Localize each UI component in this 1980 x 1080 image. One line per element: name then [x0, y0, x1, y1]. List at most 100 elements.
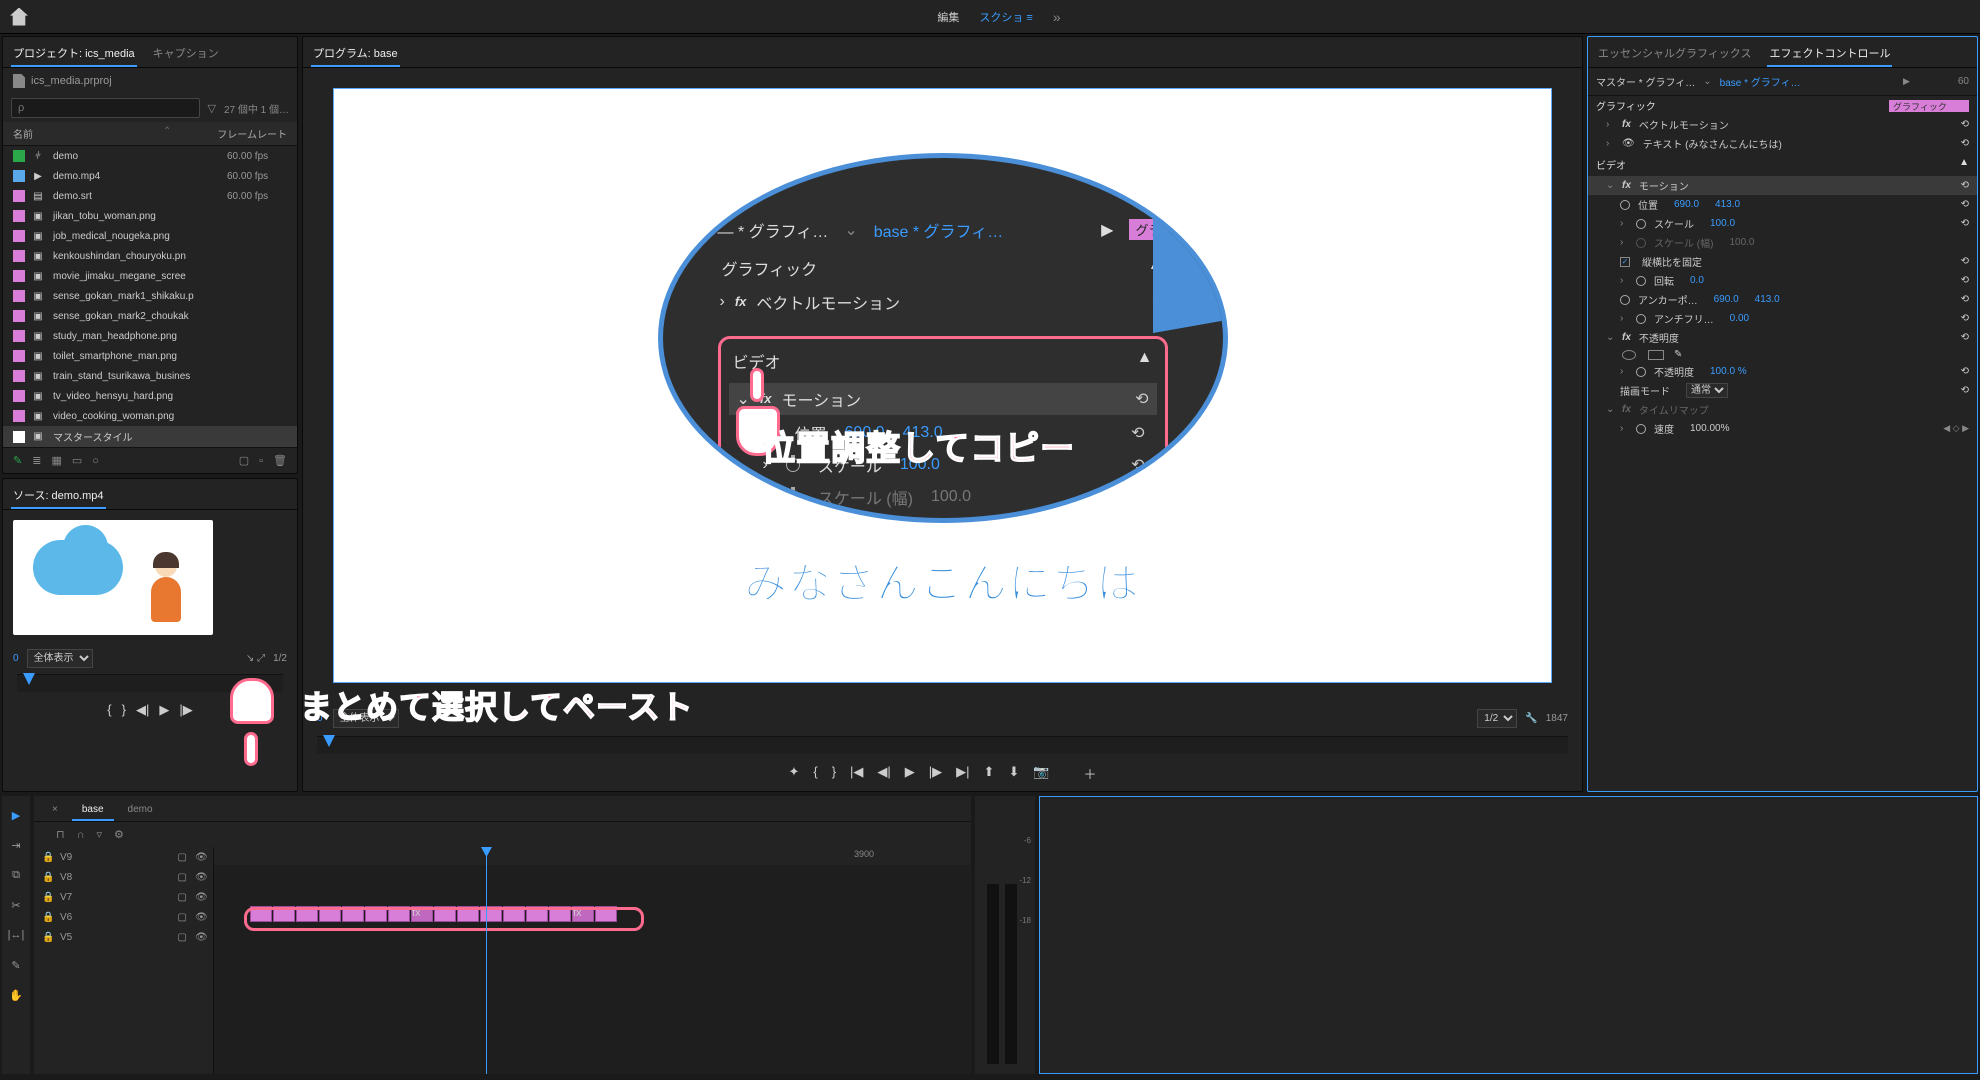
wrench-icon[interactable]: 🔧: [1525, 713, 1537, 724]
asset-row[interactable]: ▣video_cooking_woman.png: [3, 406, 297, 426]
new-item-icon[interactable]: ▫: [259, 455, 263, 467]
pen-tool-icon[interactable]: ✎: [7, 956, 25, 974]
track-header[interactable]: 🔒V5▢👁: [34, 927, 213, 947]
file-type-icon: ▶: [31, 169, 45, 183]
zoom-slider[interactable]: ○: [92, 455, 99, 467]
project-search-input[interactable]: [11, 98, 200, 118]
lift-icon[interactable]: ⬆: [984, 764, 995, 783]
track-select-tool-icon[interactable]: ⇥: [7, 836, 25, 854]
trash-icon[interactable]: 🗑: [273, 454, 287, 467]
program-monitor[interactable]: — * グラフィ…⌄base * グラフィ…▶グラ グラフィック▲ ›fxベクト…: [333, 88, 1552, 683]
workspace-tab[interactable]: スクショ ≡: [979, 9, 1032, 25]
freeform-view-icon[interactable]: ▭: [72, 454, 82, 467]
file-type-icon: ▣: [31, 349, 45, 363]
annotation-paste: まとめて選択してペースト: [300, 682, 693, 728]
tab-seq-dummy[interactable]: ×: [42, 800, 68, 821]
extract-icon[interactable]: ⬇: [1008, 764, 1019, 783]
mark-out-icon[interactable]: }: [122, 702, 126, 718]
timeline-ruler[interactable]: 3900 4200: [214, 847, 971, 865]
step-back-icon[interactable]: ◀|: [136, 702, 149, 718]
asset-row[interactable]: ▣jikan_tobu_woman.png: [3, 206, 297, 226]
asset-row[interactable]: ▣movie_jimaku_megane_scree: [3, 266, 297, 286]
step-fwd-icon[interactable]: |▶: [929, 764, 942, 783]
file-type-icon: ⫩: [31, 149, 45, 163]
asset-row[interactable]: ▶demo.mp460.00 fps: [3, 166, 297, 186]
step-back-icon[interactable]: ◀|: [877, 764, 890, 783]
asset-row[interactable]: ▣toilet_smartphone_man.png: [3, 346, 297, 366]
chevron-right-icon[interactable]: »: [1053, 9, 1061, 25]
tab-program[interactable]: プログラム: base: [311, 41, 400, 67]
export-frame-icon[interactable]: 📷: [1033, 764, 1049, 783]
menu-edit[interactable]: 編集: [937, 9, 959, 25]
play-icon[interactable]: ▶: [905, 764, 915, 783]
track-header[interactable]: 🔒V6▢👁: [34, 907, 213, 927]
playhead[interactable]: [486, 847, 487, 1074]
blend-mode-select[interactable]: 通常: [1686, 383, 1728, 398]
tab-seq-base[interactable]: base: [72, 800, 114, 821]
tab-caption[interactable]: キャプション: [151, 41, 221, 67]
tab-effect-controls[interactable]: エフェクトコントロール: [1767, 41, 1892, 67]
mark-in-icon[interactable]: {: [813, 764, 817, 783]
program-zoom-select[interactable]: 1/2: [1477, 709, 1517, 728]
asset-row[interactable]: ▣マスタースタイル: [3, 426, 297, 447]
subtitle-text: みなさんこんにちは: [744, 550, 1140, 611]
asset-row[interactable]: ▣tv_video_hensyu_hard.png: [3, 386, 297, 406]
mark-in-icon[interactable]: {: [107, 702, 111, 718]
tab-essential-graphics[interactable]: エッセンシャルグラフィックス: [1596, 41, 1753, 67]
selection-tool-icon[interactable]: ▶: [7, 806, 25, 824]
file-type-icon: ▣: [31, 269, 45, 283]
source-tc[interactable]: 0: [13, 653, 19, 664]
new-bin-icon[interactable]: ▢: [239, 454, 249, 467]
step-fwd-icon[interactable]: |▶: [179, 702, 192, 718]
asset-row[interactable]: ▣sense_gokan_mark2_choukak: [3, 306, 297, 326]
snap-icon[interactable]: ⊓: [56, 828, 65, 841]
funnel-icon[interactable]: ▽: [208, 102, 216, 115]
file-type-icon: ▤: [31, 189, 45, 203]
file-type-icon: ▣: [31, 369, 45, 383]
add-button[interactable]: ＋: [1084, 764, 1097, 783]
asset-row[interactable]: ▣study_man_headphone.png: [3, 326, 297, 346]
list-view-icon[interactable]: ≣: [32, 454, 41, 467]
ripple-tool-icon[interactable]: ⧉: [7, 866, 25, 884]
hand-tool-icon[interactable]: ✋: [7, 986, 25, 1004]
annotation-copy: 位置調整してコピー: [761, 421, 1075, 470]
file-type-icon: ▣: [31, 229, 45, 243]
asset-row[interactable]: ▣train_stand_tsurikawa_busines: [3, 366, 297, 386]
settings-icon[interactable]: ⚙: [114, 828, 124, 841]
asset-row[interactable]: ▣kenkoushindan_chouryoku.pn: [3, 246, 297, 266]
file-type-icon: ▣: [31, 289, 45, 303]
icon-view-icon[interactable]: ▦: [51, 454, 61, 467]
tab-seq-demo[interactable]: demo: [118, 800, 163, 821]
mark-out-icon[interactable]: }: [832, 764, 836, 783]
link-icon[interactable]: ∩: [77, 829, 85, 841]
marker-icon[interactable]: ▿: [97, 828, 103, 841]
track-header[interactable]: 🔒V8▢👁: [34, 867, 213, 887]
track-header[interactable]: 🔒V9▢👁: [34, 847, 213, 867]
asset-row[interactable]: ⫩demo60.00 fps: [3, 146, 297, 166]
goto-out-icon[interactable]: ▶|: [956, 764, 969, 783]
file-type-icon: ▣: [31, 430, 45, 444]
pen-icon[interactable]: ✎: [1674, 349, 1682, 360]
add-marker-icon[interactable]: ✦: [788, 764, 799, 783]
play-icon[interactable]: ▶: [159, 702, 169, 718]
slip-tool-icon[interactable]: |↔|: [7, 926, 25, 944]
track-header[interactable]: 🔒V7▢👁: [34, 887, 213, 907]
app-topbar: 編集 スクショ ≡ »: [0, 0, 1980, 34]
source-fit-select[interactable]: 全体表示: [27, 649, 93, 668]
pen-icon[interactable]: ✎: [13, 454, 22, 467]
file-type-icon: ▣: [31, 389, 45, 403]
asset-row[interactable]: ▤demo.srt60.00 fps: [3, 186, 297, 206]
file-icon: [13, 74, 25, 88]
file-type-icon: ▣: [31, 409, 45, 423]
asset-row[interactable]: ▣sense_gokan_mark1_shikaku.p: [3, 286, 297, 306]
program-ruler[interactable]: [317, 736, 1568, 754]
tab-project[interactable]: プロジェクト: ics_media: [11, 41, 137, 67]
razor-tool-icon[interactable]: ✂: [7, 896, 25, 914]
source-monitor[interactable]: [13, 520, 213, 635]
home-icon[interactable]: [10, 8, 28, 26]
pointing-hand-down-icon: [230, 678, 280, 748]
tab-source[interactable]: ソース: demo.mp4: [11, 483, 106, 509]
project-columns: 名前⌃ フレームレート: [3, 122, 297, 146]
asset-row[interactable]: ▣job_medical_nougeka.png: [3, 226, 297, 246]
goto-in-icon[interactable]: |◀: [850, 764, 863, 783]
